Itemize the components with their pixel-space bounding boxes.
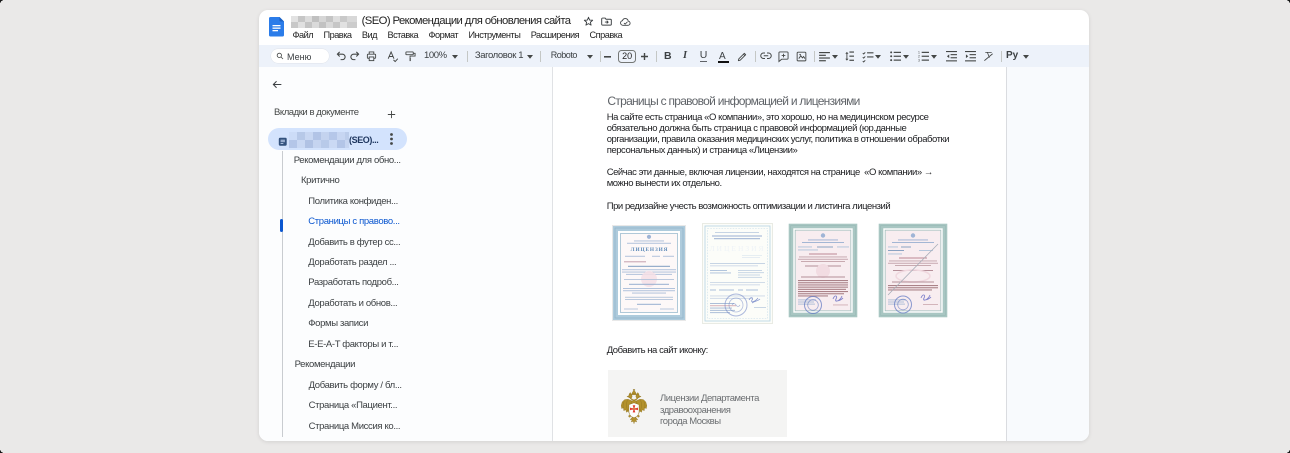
svg-text:3: 3 [918, 59, 920, 63]
svg-text:ЛИЦЕНЗИЯ: ЛИЦЕНЗИЯ [709, 244, 765, 253]
svg-text:2: 2 [918, 55, 920, 59]
svg-text:ЛИЦЕНЗИЯ: ЛИЦЕНЗИЯ [631, 247, 669, 253]
svg-text:1: 1 [918, 51, 920, 55]
